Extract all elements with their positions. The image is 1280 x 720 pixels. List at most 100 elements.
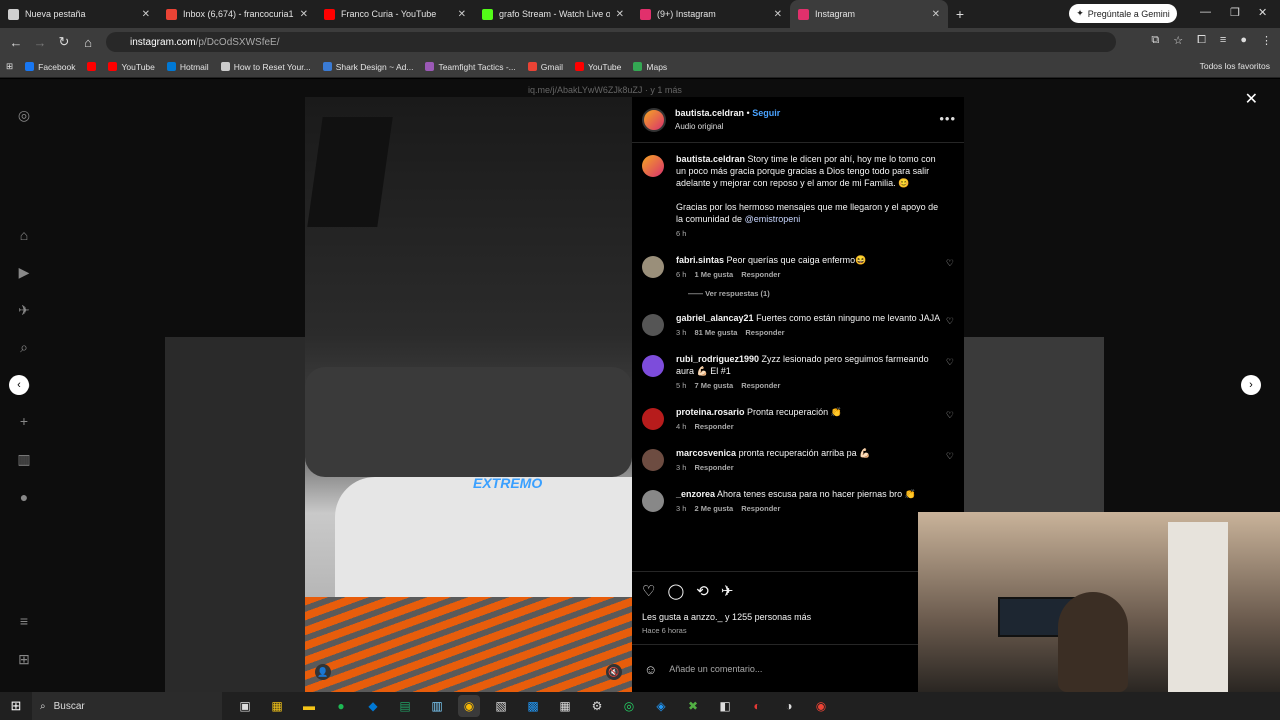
taskbar-search[interactable]: ⌕ Buscar — [32, 692, 222, 720]
close-window-icon[interactable]: ✕ — [1258, 6, 1267, 19]
chrome-icon[interactable]: ◉ — [458, 695, 480, 717]
next-post-arrow[interactable]: › — [1241, 375, 1261, 395]
share-icon[interactable]: ✈ — [721, 582, 734, 600]
bookmark-shark[interactable]: Shark Design ~ Ad... — [322, 62, 413, 72]
tab-3[interactable]: grafo Stream - Watch Live on K✕ — [474, 0, 632, 28]
bookmark-tft[interactable]: Teamfight Tactics -... — [425, 62, 516, 72]
like-comment-icon[interactable]: ♡ — [946, 357, 954, 368]
add-comment-field[interactable]: ☺ Añade un comentario... — [632, 644, 964, 693]
minimize-icon[interactable]: — — [1200, 6, 1211, 18]
post-media[interactable]: EXTREMO 👤 🔇 — [305, 97, 632, 692]
new-tab-button[interactable]: + — [948, 6, 972, 22]
notepad-icon[interactable]: ▥ — [426, 695, 448, 717]
xbox-icon[interactable]: ✖ — [682, 695, 704, 717]
like-comment-icon[interactable]: ♡ — [946, 258, 954, 269]
bookmark-youtube-2[interactable]: YouTube — [574, 62, 621, 72]
avatar[interactable] — [642, 449, 664, 471]
app-icon[interactable]: ▩ — [522, 695, 544, 717]
calculator-icon[interactable]: ▦ — [554, 695, 576, 717]
url-input[interactable]: instagram.com/p/DcOdSXWSfeE/ — [106, 32, 1116, 52]
comments-list[interactable]: bautista.celdran Story time le dicen por… — [632, 143, 964, 571]
like-comment-icon[interactable]: ♡ — [946, 316, 954, 327]
profile-icon[interactable]: ● — [16, 489, 32, 505]
settings-icon[interactable]: ⚙ — [586, 695, 608, 717]
bookmark-star-icon[interactable]: ☆ — [1173, 34, 1183, 47]
home-icon[interactable]: ⌂ — [76, 35, 100, 50]
bookmark-hotmail[interactable]: Hotmail — [166, 62, 209, 72]
app-icon[interactable]: ◐ — [746, 695, 768, 717]
apps-icon[interactable]: ⊞ — [6, 61, 13, 72]
close-icon[interactable]: ✕ — [774, 9, 782, 20]
bookmark-maps[interactable]: Maps — [633, 62, 667, 72]
tab-0[interactable]: Nueva pestaña ✕ — [0, 0, 158, 28]
outlook-icon[interactable]: ◆ — [362, 695, 384, 717]
more-options-icon[interactable]: ••• — [939, 111, 956, 126]
avatar[interactable] — [642, 107, 666, 132]
bookmark-gmail[interactable]: Gmail — [527, 62, 563, 72]
mute-icon[interactable]: 🔇 — [606, 664, 622, 680]
comment-icon[interactable]: ◯ — [667, 582, 684, 600]
windows-start-icon[interactable]: ⊞ — [0, 698, 32, 714]
avatar[interactable] — [642, 314, 664, 336]
profile-avatar[interactable]: ● — [1240, 34, 1247, 47]
audio-label[interactable]: Audio original — [675, 120, 780, 133]
avatar[interactable] — [642, 155, 664, 177]
forward-icon[interactable]: → — [28, 35, 52, 50]
tab-4[interactable]: (9+) Instagram ✕ — [632, 0, 790, 28]
install-icon[interactable]: ⧉ — [1151, 34, 1159, 47]
vscode-icon[interactable]: ◈ — [650, 695, 672, 717]
folder-icon[interactable]: ▬ — [298, 695, 320, 717]
extensions-icon[interactable]: ⧠ — [1197, 34, 1206, 47]
close-icon[interactable]: ✕ — [616, 9, 624, 20]
app-icon[interactable]: ▧ — [490, 695, 512, 717]
follow-button[interactable]: Seguir — [752, 108, 780, 118]
obs-icon[interactable]: ◑ — [778, 695, 800, 717]
close-icon[interactable]: ✕ — [300, 9, 308, 20]
menu-icon[interactable]: ⋮ — [1261, 34, 1272, 47]
search-icon[interactable]: ⌕ — [16, 339, 32, 355]
gemini-button[interactable]: ✦ Pregúntale a Gemini — [1069, 4, 1177, 23]
back-icon[interactable]: ← — [4, 35, 28, 50]
apps-icon[interactable]: ⊞ — [16, 651, 32, 667]
avatar[interactable] — [642, 490, 664, 512]
post-username[interactable]: bautista.celdran — [675, 108, 744, 118]
tab-1[interactable]: Inbox (6,674) - francocuria1@gm✕ — [158, 0, 316, 28]
bookmark-youtube-small[interactable] — [87, 62, 97, 71]
close-icon[interactable]: ✕ — [458, 9, 466, 20]
store-icon[interactable]: ▦ — [266, 695, 288, 717]
all-bookmarks[interactable]: Todos los favoritos — [1200, 61, 1270, 71]
media-icon[interactable]: ≡ — [1220, 34, 1226, 47]
task-view-icon[interactable]: ▣ — [234, 695, 256, 717]
excel-icon[interactable]: ▤ — [394, 695, 416, 717]
emoji-icon[interactable]: ☺ — [644, 662, 657, 677]
instagram-logo-icon[interactable]: ◎ — [16, 107, 32, 123]
tab-2[interactable]: Franco Curia - YouTube ✕ — [316, 0, 474, 28]
restore-icon[interactable]: ❐ — [1230, 6, 1240, 19]
bookmark-facebook[interactable]: Facebook — [25, 62, 75, 72]
tagged-people-icon[interactable]: 👤 — [315, 664, 331, 680]
reload-icon[interactable]: ↻ — [52, 34, 76, 50]
media-link[interactable]: iq.me/j/AbakLYwW6ZJk8uZJ · y 1 más — [528, 85, 682, 95]
home-icon[interactable]: ⌂ — [16, 227, 32, 243]
like-icon[interactable]: ♡ — [642, 582, 655, 600]
repost-icon[interactable]: ⟲ — [696, 582, 709, 600]
chrome-icon[interactable]: ◉ — [810, 695, 832, 717]
bookmark-youtube[interactable]: YouTube — [108, 62, 155, 72]
close-icon[interactable]: ✕ — [1245, 89, 1258, 109]
like-comment-icon[interactable]: ♡ — [946, 451, 954, 462]
close-icon[interactable]: ✕ — [142, 9, 150, 20]
avatar[interactable] — [642, 408, 664, 430]
create-icon[interactable]: + — [16, 413, 32, 429]
bookmark-reset[interactable]: How to Reset Your... — [220, 62, 311, 72]
spotify-icon[interactable]: ● — [330, 695, 352, 717]
reels-icon[interactable]: ▶ — [16, 264, 32, 280]
close-icon[interactable]: ✕ — [932, 9, 940, 20]
dashboard-icon[interactable]: ▥ — [16, 451, 32, 467]
like-comment-icon[interactable]: ♡ — [946, 410, 954, 421]
more-menu-icon[interactable]: ≡ — [16, 613, 32, 629]
likes-summary[interactable]: Les gusta a anzzo._ y 1255 personas más — [642, 612, 811, 622]
previous-post-arrow[interactable]: ‹ — [9, 375, 29, 395]
messages-icon[interactable]: ✈ — [16, 302, 32, 318]
avatar[interactable] — [642, 355, 664, 377]
tab-5[interactable]: Instagram ✕ — [790, 0, 948, 28]
